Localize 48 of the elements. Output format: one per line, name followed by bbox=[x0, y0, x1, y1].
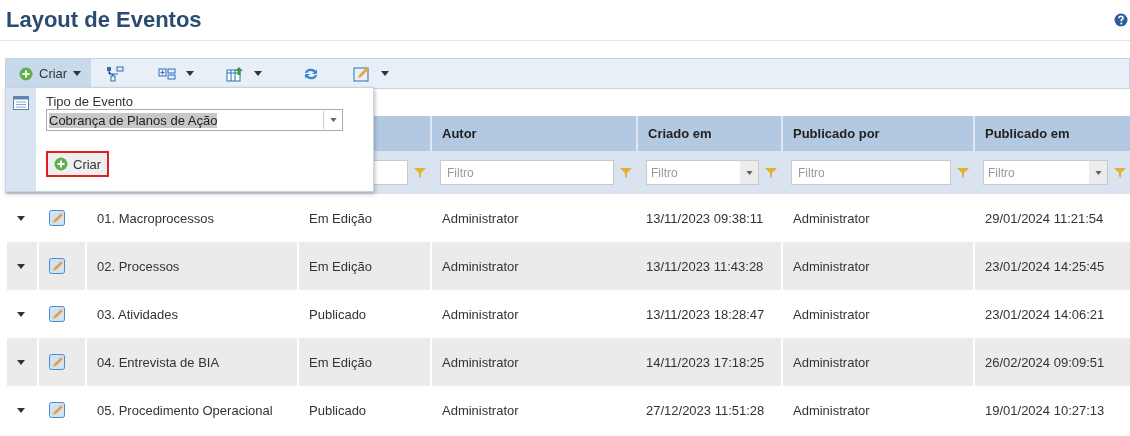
table-cell: 23/01/2024 14:25:45 bbox=[973, 242, 1130, 290]
plus-icon bbox=[19, 66, 33, 81]
column-header[interactable]: Autor bbox=[430, 116, 636, 151]
caret-icon bbox=[254, 71, 263, 76]
edit-icon[interactable] bbox=[49, 210, 65, 226]
caret-icon bbox=[1094, 170, 1102, 175]
caret-icon bbox=[329, 118, 337, 122]
expand-caret-icon[interactable] bbox=[17, 407, 25, 413]
columns-menu-button[interactable] bbox=[158, 66, 195, 81]
table-cell: 13/11/2023 11:43:28 bbox=[636, 242, 781, 290]
create-button[interactable]: Criar bbox=[46, 151, 110, 177]
create-menu-button[interactable]: Criar bbox=[6, 59, 92, 88]
table-cell: Em Edição bbox=[297, 242, 430, 290]
event-type-dropdown[interactable]: Cobrança de Planos de Ação bbox=[46, 109, 343, 131]
plus-icon bbox=[54, 157, 68, 171]
column-header[interactable]: Publicado por bbox=[781, 116, 973, 151]
column-header[interactable]: Criado em bbox=[636, 116, 781, 151]
filter-field[interactable]: Filtro bbox=[440, 160, 614, 185]
caret-icon bbox=[73, 71, 82, 76]
column-header[interactable]: Publicado em bbox=[973, 116, 1130, 151]
table-cell: 26/02/2024 09:09:51 bbox=[973, 338, 1130, 386]
table-cell: 02. Processos bbox=[85, 242, 297, 290]
table-cell: Administrator bbox=[430, 338, 636, 386]
caret-icon bbox=[745, 170, 753, 175]
caret-icon bbox=[381, 71, 390, 76]
table-cell: Administrator bbox=[781, 338, 973, 386]
list-icon bbox=[13, 96, 29, 110]
table-cell: Em Edição bbox=[297, 338, 430, 386]
table-cell: Administrator bbox=[430, 242, 636, 290]
filter-field[interactable]: Filtro bbox=[791, 160, 951, 185]
table-cell: 04. Entrevista de BIA bbox=[85, 338, 297, 386]
edit-icon[interactable] bbox=[49, 258, 65, 274]
table-cell: 14/11/2023 17:18:25 bbox=[636, 338, 781, 386]
help-icon[interactable] bbox=[1114, 13, 1128, 27]
edit-icon[interactable] bbox=[49, 354, 65, 370]
expand-caret-icon[interactable] bbox=[17, 359, 25, 365]
table-cell: Administrator bbox=[781, 242, 973, 290]
caret-icon bbox=[186, 71, 195, 76]
edit-icon[interactable] bbox=[49, 402, 65, 418]
edit-icon[interactable] bbox=[49, 306, 65, 322]
expand-caret-icon[interactable] bbox=[17, 263, 25, 269]
expand-caret-icon[interactable] bbox=[17, 311, 25, 317]
edit-menu-button[interactable] bbox=[353, 65, 390, 82]
expand-caret-icon[interactable] bbox=[17, 215, 25, 221]
hierarchy-icon[interactable] bbox=[106, 65, 125, 82]
field-label: Tipo de Evento bbox=[46, 94, 134, 109]
export-menu-button[interactable] bbox=[226, 65, 263, 82]
page-title: Layout de Eventos bbox=[6, 7, 202, 33]
